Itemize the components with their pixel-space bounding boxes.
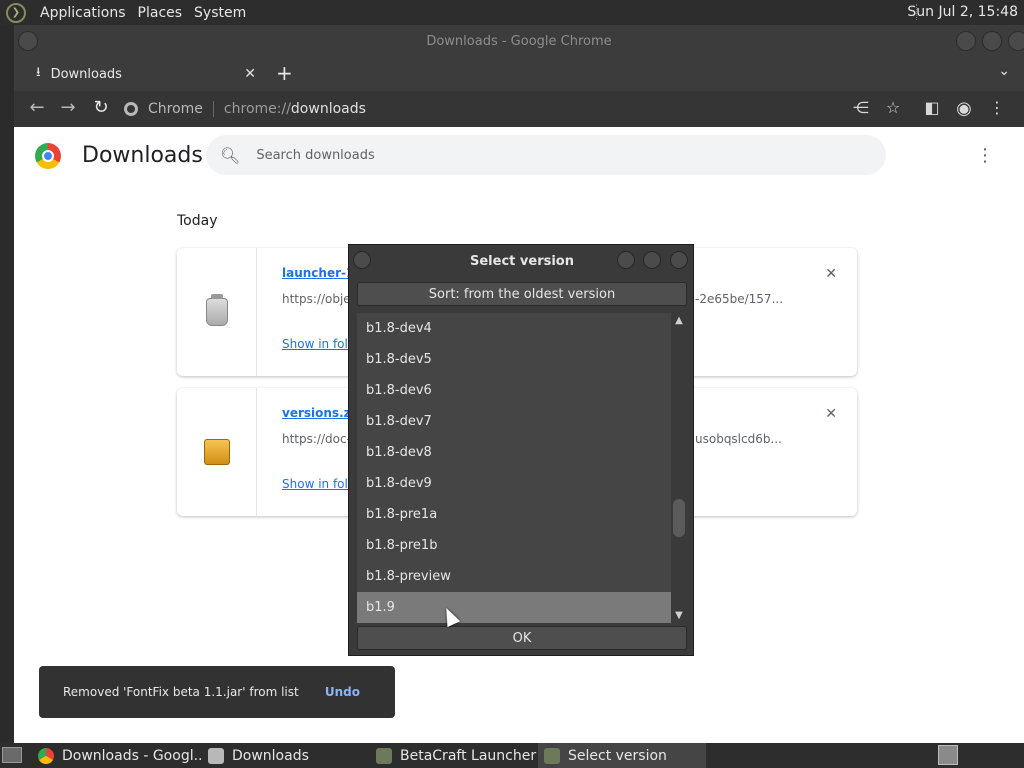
file-url-tail: usobqslcd6b...: [695, 432, 782, 446]
tab-label: Downloads: [50, 66, 122, 82]
taskbar-item-select-version[interactable]: Select version: [538, 743, 706, 768]
chrome-menu-icon[interactable]: ⋮: [986, 98, 1008, 117]
folder-icon: [208, 747, 224, 764]
tab-strip: ⭳ Downloads ✕ + ⌄: [14, 57, 1024, 91]
chrome-site-icon: [124, 102, 138, 116]
version-item[interactable]: b1.8-pre1b: [357, 530, 671, 561]
site-info[interactable]: Chrome: [124, 101, 214, 117]
top-panel: ❯ Applications Places System Sun Jul 2, …: [0, 0, 1024, 25]
url-host: downloads: [290, 101, 366, 117]
taskbar-item-label: Select version: [568, 747, 667, 764]
betacraft-icon: [376, 747, 392, 764]
tab-search-chevron-icon[interactable]: ⌄: [998, 63, 1010, 79]
chrome-icon: [38, 747, 54, 764]
download-icon: ⭳: [36, 65, 41, 80]
search-icon: 🔍︎: [220, 145, 241, 165]
window-menu-button[interactable]: [18, 31, 38, 51]
version-list-scrollbar[interactable]: ▲ ▼: [671, 313, 687, 623]
version-item[interactable]: b1.8-dev4: [357, 313, 671, 344]
profile-avatar-icon[interactable]: ◉: [953, 98, 975, 119]
file-icon-column: [177, 248, 257, 376]
file-icon-column: [177, 388, 257, 516]
tab-downloads[interactable]: ⭳ Downloads ✕: [24, 57, 264, 91]
version-list[interactable]: b1.8-dev4 b1.8-dev5 b1.8-dev6 b1.8-dev7 …: [357, 313, 671, 623]
sort-order-button[interactable]: Sort: from the oldest version: [357, 282, 687, 306]
dialog-close-button[interactable]: [670, 251, 688, 269]
scroll-up-arrow-icon[interactable]: ▲: [671, 315, 687, 326]
show-in-folder-link[interactable]: Show in fold: [282, 477, 355, 491]
side-panel-icon[interactable]: ◧: [921, 98, 943, 117]
site-label: Chrome: [148, 101, 203, 117]
show-desktop-icon[interactable]: [2, 747, 22, 763]
browser-toolbar: ← → ↻ Chrome chrome:// downloads ⋲ ☆ ◧ ◉…: [14, 91, 1024, 127]
show-in-folder-link[interactable]: Show in fold: [282, 337, 355, 351]
close-tab-icon[interactable]: ✕: [244, 66, 256, 82]
new-tab-button[interactable]: +: [276, 61, 293, 85]
minimize-button[interactable]: [956, 31, 976, 51]
window-titlebar[interactable]: Downloads - Google Chrome: [14, 25, 1024, 57]
scroll-down-arrow-icon[interactable]: ▼: [671, 610, 687, 621]
bottom-taskbar: Downloads - Googl... Downloads BetaCraft…: [0, 743, 1024, 768]
removed-toast: Removed 'FontFix beta 1.1.jar' from list…: [39, 666, 395, 718]
share-icon[interactable]: ⋲: [850, 98, 872, 117]
back-button[interactable]: ←: [25, 97, 49, 118]
taskbar-item-chrome[interactable]: Downloads - Googl...: [32, 743, 202, 768]
ok-button[interactable]: OK: [357, 626, 687, 650]
version-item[interactable]: b1.8-pre1a: [357, 499, 671, 530]
menu-applications[interactable]: Applications: [34, 5, 132, 21]
window-title: Downloads - Google Chrome: [426, 33, 612, 49]
taskbar-item-downloads[interactable]: Downloads: [202, 743, 368, 768]
distro-logo-icon[interactable]: ❯: [6, 2, 26, 23]
menu-places[interactable]: Places: [132, 5, 189, 21]
version-item[interactable]: b1.8-dev5: [357, 344, 671, 375]
version-item[interactable]: b1.8-preview: [357, 561, 671, 592]
address-bar[interactable]: Chrome chrome:// downloads: [124, 94, 824, 124]
version-item[interactable]: b1.9: [357, 592, 671, 623]
taskbar-item-label: Downloads: [232, 747, 309, 764]
tray-notification-icon[interactable]: [938, 745, 958, 765]
url-scheme: chrome://: [223, 101, 291, 117]
menu-system[interactable]: System: [188, 5, 252, 21]
version-item[interactable]: b1.8-dev6: [357, 375, 671, 406]
archive-file-icon: [203, 439, 230, 465]
undo-button[interactable]: Undo: [325, 685, 360, 699]
version-item[interactable]: b1.8-dev8: [357, 437, 671, 468]
jar-file-icon: [205, 294, 228, 326]
clock[interactable]: Sun Jul 2, 15:48: [907, 4, 1018, 20]
file-url: https://doc-: [282, 432, 351, 446]
search-input[interactable]: [256, 147, 817, 163]
close-window-button[interactable]: [1008, 31, 1024, 51]
reload-button[interactable]: ↻: [89, 97, 113, 118]
version-item[interactable]: b1.8-dev9: [357, 468, 671, 499]
date-section-label: Today: [177, 213, 218, 229]
forward-button[interactable]: →: [56, 97, 80, 118]
search-box[interactable]: 🔍︎: [206, 135, 886, 175]
version-item[interactable]: b1.8-dev7: [357, 406, 671, 437]
taskbar-item-label: BetaCraft Launcher ...: [400, 747, 538, 764]
betacraft-icon: [544, 747, 560, 764]
select-version-dialog: Select version Sort: from the oldest ver…: [348, 244, 694, 656]
chrome-logo-icon: [35, 143, 61, 169]
taskbar-item-betacraft[interactable]: BetaCraft Launcher ...: [370, 743, 538, 768]
toast-message: Removed 'FontFix beta 1.1.jar' from list: [63, 685, 299, 699]
scrollbar-thumb[interactable]: [673, 499, 685, 537]
bookmark-star-icon[interactable]: ☆: [882, 98, 904, 117]
file-url-tail: -2e65be/157...: [695, 292, 784, 306]
taskbar-item-label: Downloads - Googl...: [62, 747, 202, 764]
more-actions-icon[interactable]: ⋮: [976, 145, 994, 166]
remove-item-icon[interactable]: ✕: [825, 266, 837, 282]
dialog-maximize-button[interactable]: [643, 251, 661, 269]
file-url: https://obje: [282, 292, 351, 306]
page-title: Downloads: [82, 143, 203, 168]
maximize-button[interactable]: [982, 31, 1002, 51]
dialog-minimize-button[interactable]: [617, 251, 635, 269]
remove-item-icon[interactable]: ✕: [825, 406, 837, 422]
